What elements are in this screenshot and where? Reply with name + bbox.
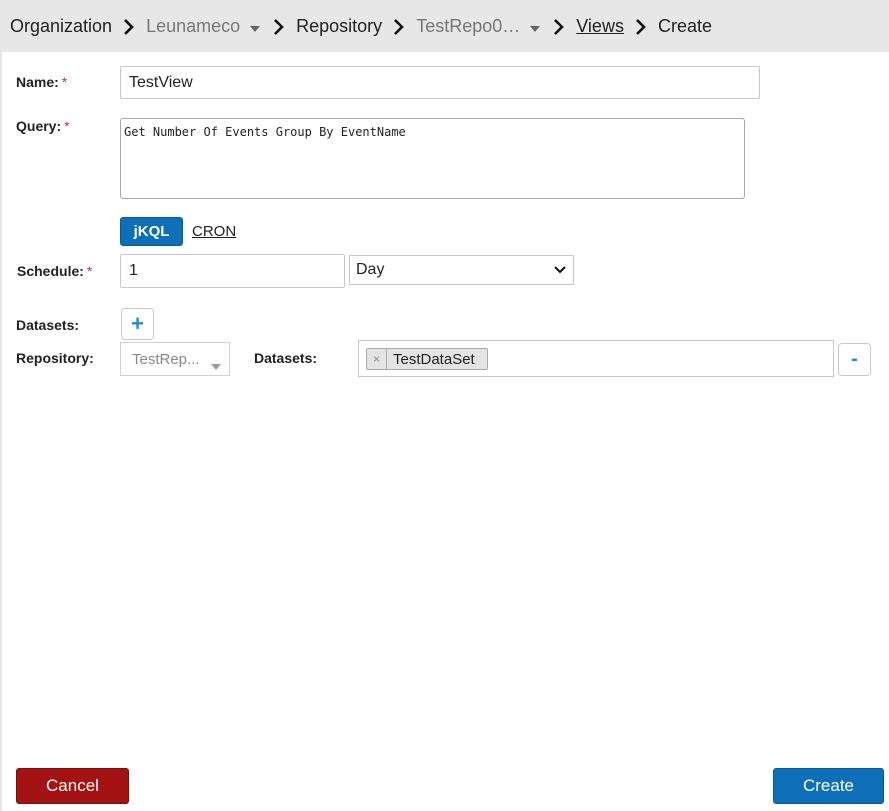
repository-value: TestRep...	[132, 350, 200, 368]
repository-select[interactable]: TestRep...	[120, 342, 230, 376]
schedule-unit-select[interactable]: Day	[349, 255, 574, 285]
breadcrumb-views-link[interactable]: Views	[576, 16, 624, 37]
datasets-field-label: Datasets:	[254, 350, 318, 366]
view-create-page: Organization Leunameco Repository TestRe…	[0, 0, 889, 811]
repository-label: Repository:	[16, 350, 94, 366]
breadcrumb-current: Create	[657, 15, 712, 36]
name-label: Name: *	[16, 74, 67, 90]
jkql-tab-button[interactable]: jKQL	[120, 217, 183, 246]
create-button[interactable]: Create	[773, 768, 884, 804]
chevron-right-icon	[112, 16, 146, 37]
chevron-down-icon	[554, 261, 566, 279]
add-dataset-button[interactable]: +	[121, 308, 154, 340]
required-mark: *	[61, 74, 68, 90]
query-value: Get Number Of Events Group By EventName	[124, 125, 406, 139]
breadcrumb-org-dropdown[interactable]: Leunameco	[146, 16, 262, 37]
schedule-interval-input[interactable]: 1	[120, 254, 345, 288]
name-label-text: Name:	[16, 74, 59, 90]
required-mark: *	[86, 263, 93, 279]
name-input[interactable]: TestView	[120, 66, 760, 99]
caret-down-icon	[530, 16, 541, 37]
query-label: Query: *	[16, 118, 70, 134]
schedule-value: 1	[129, 262, 138, 279]
datasets-label: Datasets:	[16, 317, 80, 333]
breadcrumb-repository[interactable]: Repository	[296, 16, 382, 37]
chevron-right-icon	[624, 16, 658, 37]
breadcrumb: Organization Leunameco Repository TestRe…	[2, 0, 889, 52]
chevron-right-icon	[542, 16, 576, 37]
schedule-unit-value: Day	[356, 261, 385, 278]
datasets-multiselect[interactable]: × TestDataSet	[358, 340, 834, 377]
cancel-button[interactable]: Cancel	[16, 768, 129, 804]
schedule-label: Schedule: *	[17, 263, 92, 279]
chevron-right-icon	[262, 16, 296, 37]
dataset-tag: × TestDataSet	[366, 348, 488, 370]
schedule-label-text: Schedule:	[17, 263, 84, 279]
name-value: TestView	[129, 73, 193, 91]
breadcrumb-repo-dropdown[interactable]: TestRepo0…	[416, 16, 542, 37]
breadcrumb-organization[interactable]: Organization	[10, 16, 112, 37]
query-textarea[interactable]: Get Number Of Events Group By EventName	[120, 118, 745, 199]
breadcrumb-repo-name: TestRepo0…	[416, 15, 521, 36]
remove-dataset-button[interactable]: -	[838, 343, 871, 376]
required-mark: *	[64, 118, 70, 134]
breadcrumb-org-name: Leunameco	[146, 15, 241, 36]
chevron-right-icon	[382, 16, 416, 37]
caret-down-icon	[211, 357, 221, 374]
caret-down-icon	[250, 16, 261, 37]
query-label-text: Query:	[16, 118, 62, 134]
cron-tab-link[interactable]: CRON	[192, 223, 236, 240]
remove-tag-icon[interactable]: ×	[367, 349, 387, 369]
dataset-tag-label: TestDataSet	[393, 350, 475, 368]
